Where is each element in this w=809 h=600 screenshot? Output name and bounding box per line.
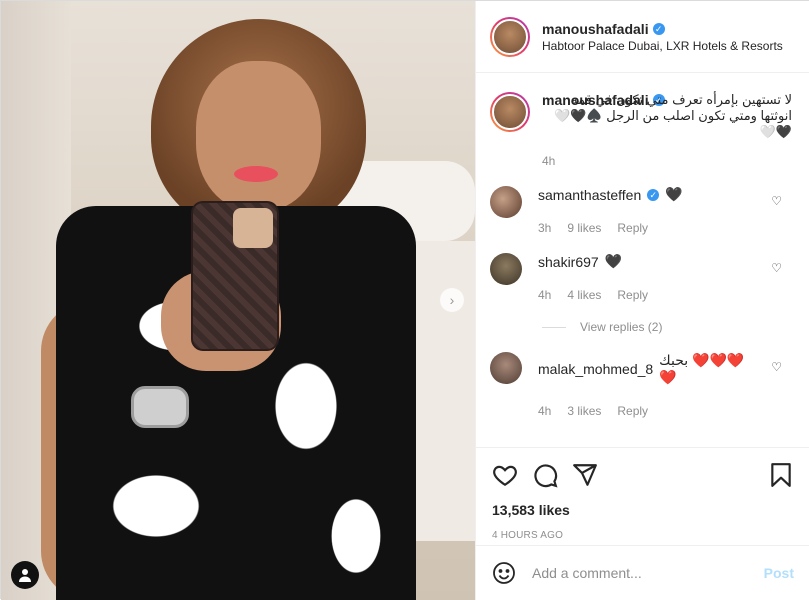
commenter-avatar[interactable] (490, 186, 522, 218)
heart-icon[interactable] (492, 462, 518, 488)
post-caption: manoushafadali ✓ لا تستهين بإمرأه تعرف م… (476, 74, 809, 168)
comment-text: 🖤 (665, 186, 683, 202)
caption-avatar[interactable] (490, 92, 530, 132)
view-replies-label: View replies (2) (580, 320, 663, 334)
comment-time: 4h (538, 288, 552, 302)
comment-text: 🖤 (604, 253, 623, 269)
comment-time: 3h (538, 221, 552, 235)
comment-likes[interactable]: 9 likes (567, 221, 601, 235)
post-header: manoushafadali ✓ Habtoor Palace Dubai, L… (476, 1, 809, 73)
comment-likes[interactable]: 3 likes (567, 404, 601, 418)
comments-list[interactable]: manoushafadali ✓ لا تستهين بإمرأه تعرف م… (476, 74, 809, 447)
next-arrow-icon[interactable]: › (440, 288, 464, 312)
commenter-username[interactable]: shakir697 (538, 254, 599, 270)
add-comment-bar: Add a comment... Post (476, 545, 809, 600)
photo-lips (234, 166, 278, 182)
comment-like-heart-icon[interactable]: ♡ (771, 194, 782, 208)
comment-item: shakir697 🖤 4h 4 likes Reply ♡ (476, 253, 809, 302)
view-replies-line (542, 326, 566, 328)
commenter-username[interactable]: samanthasteffen (538, 187, 641, 203)
post-photo[interactable]: › (1, 1, 475, 600)
comment-like-heart-icon[interactable]: ♡ (771, 360, 782, 374)
verified-icon: ✓ (647, 188, 660, 201)
post-location[interactable]: Habtoor Palace Dubai, LXR Hotels & Resor… (542, 39, 783, 53)
post-sidebar: manoushafadali ✓ Habtoor Palace Dubai, L… (475, 1, 809, 600)
photo-watch (131, 386, 189, 428)
commenter-avatar[interactable] (490, 253, 522, 285)
photo-phone-camera (233, 208, 273, 248)
reply-button[interactable]: Reply (617, 288, 648, 302)
commenter-username[interactable]: malak_mohmed_8 (538, 361, 653, 377)
verified-icon: ✓ (652, 22, 665, 35)
post-button[interactable]: Post (764, 565, 794, 581)
user-tag-icon[interactable] (11, 561, 39, 589)
comment-text: بحبك ❤️❤️❤️❤️ (659, 352, 745, 385)
emoji-icon[interactable] (492, 561, 516, 585)
post-actions: 13,583 likes 4 HOURS AGO (476, 447, 809, 541)
comment-input[interactable]: Add a comment... (532, 565, 764, 581)
bookmark-icon[interactable] (768, 462, 794, 488)
comment-item: malak_mohmed_8 بحبك ❤️❤️❤️❤️ 4h 3 likes … (476, 352, 809, 418)
author-username[interactable]: manoushafadali (542, 21, 649, 37)
photo-face (196, 61, 321, 211)
view-replies-button[interactable]: View replies (2) (542, 320, 809, 334)
comment-icon[interactable] (532, 462, 558, 488)
commenter-avatar[interactable] (490, 352, 522, 384)
share-icon[interactable] (572, 462, 598, 488)
comment-like-heart-icon[interactable]: ♡ (771, 261, 782, 275)
likes-count[interactable]: 13,583 likes (492, 502, 794, 518)
reply-button[interactable]: Reply (617, 404, 648, 418)
comment-time: 4h (538, 404, 552, 418)
comment-likes[interactable]: 4 likes (567, 288, 601, 302)
posted-time: 4 HOURS AGO (492, 530, 564, 541)
caption-time: 4h (542, 154, 556, 168)
caption-text: لا تستهين بإمرأه تعرف متي تكون في قمه ان… (554, 92, 792, 139)
reply-button[interactable]: Reply (617, 221, 648, 235)
author-avatar[interactable] (490, 16, 530, 57)
comment-item: samanthasteffen ✓ 🖤 3h 9 likes Reply ♡ (476, 186, 809, 235)
post-dialog: › manoushafadali ✓ Habtoor Palace Dubai,… (0, 0, 809, 600)
